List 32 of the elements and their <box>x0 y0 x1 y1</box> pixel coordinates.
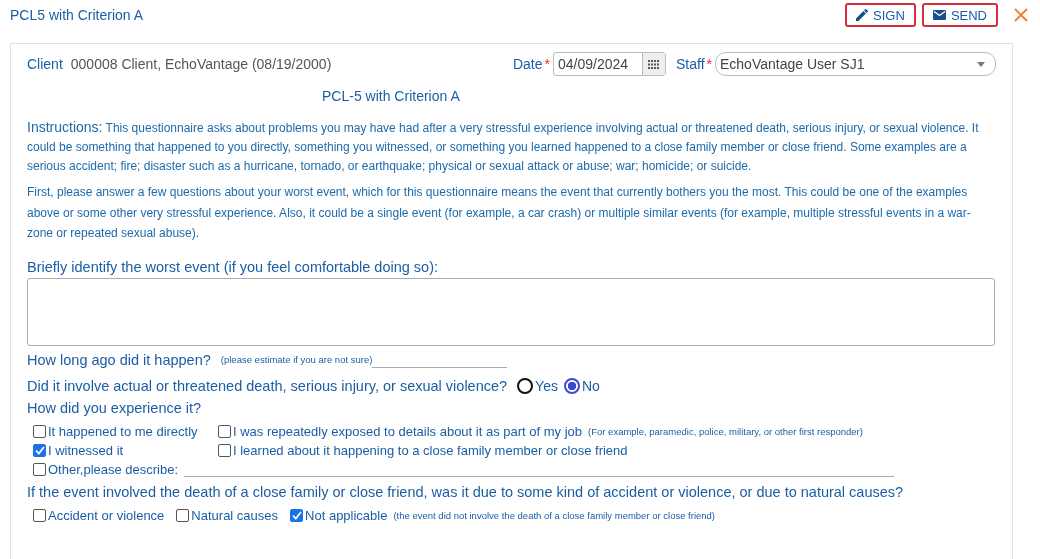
instructions-text: Instructions: This questionnaire asks about problems you may have had after a very stressful experience involving actual or threatened death, serious injury, or sexual violence. It could be something that happened to you directly, something you witnessed, or something you learned happened to a close family member or close friend. Some examples are a serious accident; fire; disaster such as a hurricane, tornado, or earthquake; physical or sexual attack or abuse; war; homicide; or suicide. <box>27 118 980 175</box>
checkbox-label: I learned about it happening to a close family member or close friend <box>233 442 628 458</box>
instructions-paragraph: First, please answer a few questions about your worst event, which for this questionnaire means the event that currently bothers you the most. This could be one of the examples above or some other very stressful experience. Also, it could be a single event (for example, a car crash) or multiple similar events (for example, multiple stressful events in a war-zone or repeated sexual abuse). <box>27 184 972 242</box>
window-title: PCL5 with Criterion A <box>10 7 145 23</box>
option-note: (For example, paramedic, police, military, or other first responder) <box>588 425 863 437</box>
client-label: Client <box>27 56 63 72</box>
required-mark: * <box>706 56 712 72</box>
checkbox-label: It happened to me directly <box>48 423 198 439</box>
checkbox-label: I witnessed it <box>48 442 124 458</box>
checkbox-label: I was repeatedly exposed to details about it as part of my job <box>233 423 583 439</box>
question-label: Did it involve actual or threatened death, serious injury, or sexual violence? <box>27 377 508 394</box>
date-label: Date <box>512 56 543 72</box>
question-label: How long ago did it happen? <box>27 351 211 368</box>
client-value: 000008 Client, EchoVantage (08/19/2000) <box>70 56 332 72</box>
send-button[interactable]: SEND <box>921 3 998 27</box>
radio-label: No <box>581 377 600 394</box>
radio-label: Yes <box>535 377 558 394</box>
question-hint: (please estimate if you are not sure) <box>220 354 373 365</box>
staff-label: Staff <box>676 56 705 72</box>
question-label: How did you experience it? <box>27 399 203 416</box>
option-note: (the event did not involve the death of a close family member or close friend) <box>393 509 716 521</box>
question-label: Briefly identify the worst event (if you feel comfortable doing so): <box>27 258 440 275</box>
staff-dropdown[interactable]: EchoVantage User SJ1 <box>715 52 996 76</box>
checkbox-label: Natural causes <box>191 507 279 523</box>
required-mark: * <box>544 56 550 72</box>
date-field[interactable]: 04/09/2024 <box>553 52 666 76</box>
checkbox-label: Other,please describe: <box>48 461 179 477</box>
checkbox-label: Accident or violence <box>48 507 165 523</box>
sign-button[interactable]: SIGN <box>845 3 916 27</box>
question-label: If the event involved the death of a close family or close friend, was it due to some kind of accident or violence, or due to natural causes? <box>27 483 905 500</box>
checkbox-label: Not applicable <box>305 507 388 523</box>
form-title: PCL-5 with Criterion A <box>322 88 461 104</box>
